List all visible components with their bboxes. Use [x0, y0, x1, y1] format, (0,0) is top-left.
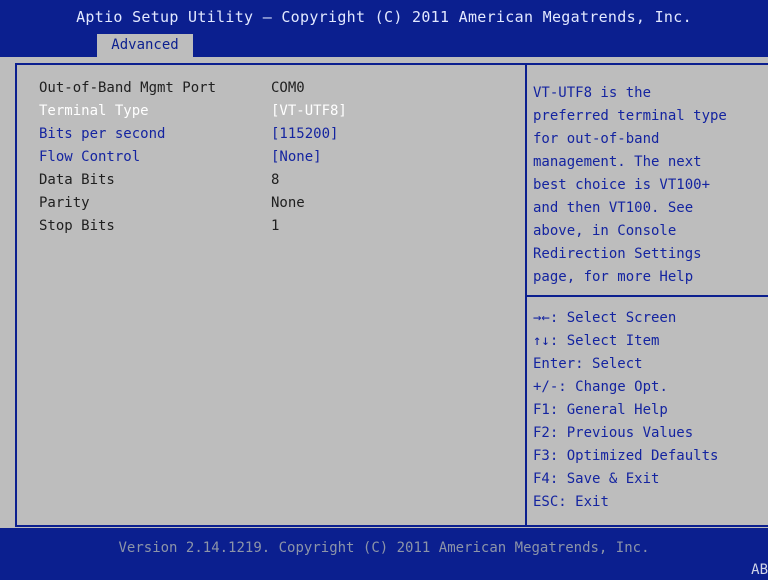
key-legend-item: ESC: Exit — [533, 494, 718, 517]
key-name: Enter — [533, 356, 576, 372]
key-name: F4 — [533, 471, 550, 487]
tab-advanced[interactable]: Advanced — [97, 34, 193, 57]
header-bar: Aptio Setup Utility – Copyright (C) 2011… — [0, 0, 768, 57]
setting-row-parity: Parity None — [39, 195, 347, 218]
key-desc: : Select Screen — [549, 310, 677, 326]
setting-label: Flow Control — [39, 149, 141, 165]
setting-value: None — [271, 195, 305, 211]
setting-label: Stop Bits — [39, 218, 115, 234]
setting-value: 1 — [271, 218, 280, 234]
help-separator — [527, 295, 768, 297]
setting-value[interactable]: [VT-UTF8] — [271, 103, 347, 126]
setting-row-bits-per-second[interactable]: Bits per second [115200] — [39, 126, 347, 149]
setting-row-terminal-type[interactable]: Terminal Type [VT-UTF8] — [39, 103, 347, 126]
settings-list: Out-of-Band Mgmt Port COM0 Terminal Type… — [39, 80, 347, 241]
key-desc: : Select Item — [549, 333, 660, 349]
key-name: ↑↓ — [533, 333, 550, 349]
key-name: F3 — [533, 448, 550, 464]
key-desc: : Select — [575, 356, 643, 372]
setting-value[interactable]: [None] — [271, 149, 322, 172]
key-desc: : Exit — [558, 494, 609, 510]
setting-row-oob-port: Out-of-Band Mgmt Port COM0 — [39, 80, 347, 103]
key-desc: : Save & Exit — [549, 471, 660, 487]
key-legend-item: F3: Optimized Defaults — [533, 448, 718, 471]
key-legend-item: Enter: Select — [533, 356, 718, 379]
help-description: VT-UTF8 is the preferred terminal type f… — [533, 85, 727, 285]
key-legend-item: F4: Save & Exit — [533, 471, 718, 494]
key-name: F2 — [533, 425, 550, 441]
key-legend: →←: Select Screen ↑↓: Select Item Enter:… — [533, 310, 718, 517]
setting-label: Parity — [39, 195, 90, 211]
setting-label: Terminal Type — [39, 103, 149, 119]
key-name: ESC — [533, 494, 559, 510]
key-name: F1 — [533, 402, 550, 418]
key-desc: : Optimized Defaults — [549, 448, 719, 464]
corner-text: AB — [751, 562, 768, 578]
setting-label: Data Bits — [39, 172, 115, 188]
key-legend-item: →←: Select Screen — [533, 310, 718, 333]
key-legend-item: F2: Previous Values — [533, 425, 718, 448]
setting-value: 8 — [271, 172, 280, 188]
key-desc: : Previous Values — [549, 425, 694, 441]
key-name: +/- — [533, 379, 559, 395]
footer-bar: Version 2.14.1219. Copyright (C) 2011 Am… — [0, 528, 768, 580]
setting-row-flow-control[interactable]: Flow Control [None] — [39, 149, 347, 172]
key-desc: : General Help — [549, 402, 668, 418]
setting-value: COM0 — [271, 80, 305, 96]
key-legend-item: ↑↓: Select Item — [533, 333, 718, 356]
setting-label: Out-of-Band Mgmt Port — [39, 80, 217, 96]
key-desc: : Change Opt. — [558, 379, 668, 395]
key-legend-item: F1: General Help — [533, 402, 718, 425]
version-text: Version 2.14.1219. Copyright (C) 2011 Am… — [118, 540, 650, 556]
key-name: →← — [533, 310, 550, 326]
setting-value[interactable]: [115200] — [271, 126, 338, 149]
setting-row-stop-bits: Stop Bits 1 — [39, 218, 347, 241]
setting-row-data-bits: Data Bits 8 — [39, 172, 347, 195]
setting-label: Bits per second — [39, 126, 166, 142]
key-legend-item: +/-: Change Opt. — [533, 379, 718, 402]
app-title: Aptio Setup Utility – Copyright (C) 2011… — [76, 8, 692, 26]
